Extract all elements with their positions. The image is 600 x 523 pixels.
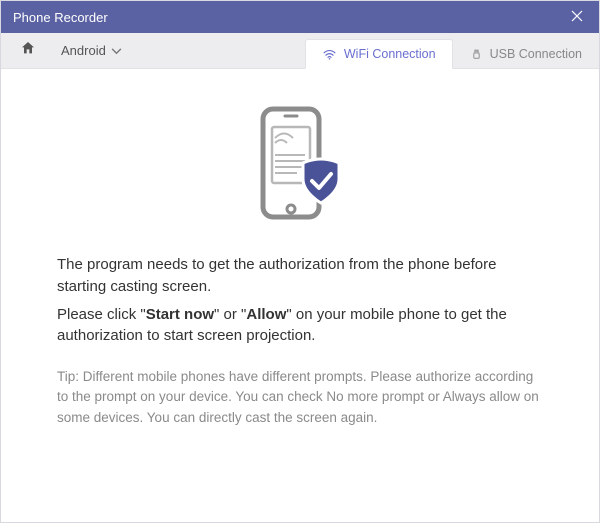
usb-icon xyxy=(470,47,483,61)
device-dropdown[interactable]: Android xyxy=(53,33,130,68)
tab-usb-label: USB Connection xyxy=(490,47,582,61)
toolbar-spacer xyxy=(130,33,305,68)
tab-wifi[interactable]: WiFi Connection xyxy=(305,39,453,69)
instruction-text: The program needs to get the authorizati… xyxy=(57,254,543,347)
text-fragment: Please click " xyxy=(57,306,146,323)
instruction-line-2: Please click "Start now" or "Allow" on y… xyxy=(57,304,543,348)
titlebar: Phone Recorder xyxy=(1,1,599,33)
chevron-down-icon xyxy=(111,43,122,58)
toolbar: Android WiFi Connection USB Connection xyxy=(1,33,599,69)
emphasis-allow: Allow xyxy=(246,306,286,323)
home-button[interactable] xyxy=(13,33,43,68)
connection-tabs: WiFi Connection USB Connection xyxy=(305,33,599,68)
tab-usb[interactable]: USB Connection xyxy=(453,38,599,68)
app-title: Phone Recorder xyxy=(13,10,555,25)
home-icon xyxy=(20,40,36,61)
tip-text: Tip: Different mobile phones have differ… xyxy=(57,367,543,428)
close-button[interactable] xyxy=(555,1,599,33)
instruction-line-1: The program needs to get the authorizati… xyxy=(57,254,543,298)
app-window: Phone Recorder Android WiFi Connec xyxy=(0,0,600,523)
wifi-icon xyxy=(322,48,337,60)
tab-wifi-label: WiFi Connection xyxy=(344,47,436,61)
device-dropdown-label: Android xyxy=(61,43,106,58)
content-area: The program needs to get the authorizati… xyxy=(1,69,599,522)
text-fragment: " or " xyxy=(214,306,246,323)
emphasis-start-now: Start now xyxy=(146,306,214,323)
close-icon xyxy=(571,10,583,25)
phone-shield-icon xyxy=(245,105,355,230)
illustration xyxy=(57,105,543,230)
